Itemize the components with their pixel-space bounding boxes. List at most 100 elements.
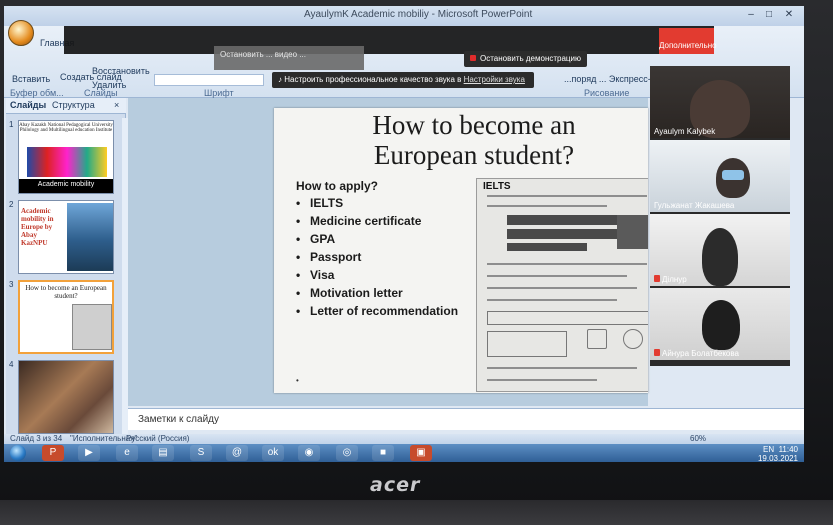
start-button-icon[interactable] <box>10 445 26 461</box>
doc-seal-icon <box>623 329 643 349</box>
zoom-level[interactable]: 60% <box>690 434 706 443</box>
thumb-flags-image <box>27 147 107 177</box>
participant-name-row: Айнура Болатбекова <box>654 349 739 358</box>
doc-line <box>487 275 627 277</box>
participant-name: Ayaulym Kalybek <box>654 127 716 136</box>
slide-counter: Слайд 3 из 34 <box>10 434 63 443</box>
thumb-number: 4 <box>9 360 14 369</box>
mask-icon <box>722 170 744 180</box>
slides-panel: Слайды Структура × 1 Abay Kazakh Nationa… <box>6 98 128 436</box>
browser-icon[interactable]: ◉ <box>298 445 320 461</box>
mail-agent-icon[interactable]: @ <box>226 445 248 461</box>
laptop-brand-logo: acer <box>370 474 421 496</box>
chrome-icon[interactable]: ◎ <box>336 445 358 461</box>
language-indicator[interactable]: EN <box>763 445 774 454</box>
participant-tile[interactable]: Айнура Болатбекова <box>650 288 790 360</box>
stop-demo-label: Остановить демонстрацию <box>480 54 581 63</box>
audio-settings-link[interactable]: Настройки звука <box>464 75 525 84</box>
ie-browser-icon[interactable]: e <box>116 445 138 461</box>
paste-button[interactable]: Вставить <box>12 74 50 84</box>
bullet-item: Visa <box>296 268 458 286</box>
notes-placeholder: Заметки к слайду <box>138 414 219 425</box>
notes-pane[interactable]: Заметки к слайду <box>128 408 804 430</box>
slide-thumbnail-selected[interactable]: How to become an European student? <box>18 280 114 354</box>
stop-demo-button[interactable]: Остановить демонстрацию <box>464 51 587 67</box>
doc-redaction <box>507 243 587 251</box>
meeting-toolbar <box>64 26 714 54</box>
thumb-number: 2 <box>9 200 14 209</box>
thumb-doc-image <box>72 304 112 350</box>
doc-scores-row <box>487 311 648 325</box>
clock-time[interactable]: 11:40 <box>779 445 798 454</box>
participant-tile[interactable]: Гульжанат Жакашева <box>650 140 790 212</box>
doc-line <box>487 287 637 289</box>
doc-redaction <box>507 215 617 225</box>
doc-line <box>487 205 607 207</box>
zoom-app-icon[interactable]: ■ <box>372 445 394 461</box>
explorer-folder-icon[interactable]: ▤ <box>152 445 174 461</box>
clock-date: 19.03.2021 <box>757 454 798 462</box>
minimize-icon[interactable]: – <box>742 8 760 22</box>
tab-structure[interactable]: Структура <box>52 100 95 110</box>
participant-video <box>702 228 738 286</box>
slide-thumbnail[interactable]: Academic mobility in Europe by Abay KazN… <box>18 200 114 274</box>
doc-stamp-icon <box>587 329 607 349</box>
bullet-item: Passport <box>296 250 458 268</box>
thumb-title: How to become an European student? <box>25 284 107 300</box>
restore-button[interactable]: Восстановить <box>92 66 150 76</box>
title-bar: AyaulymK Academic mobiliy - Microsoft Po… <box>4 6 804 26</box>
doc-photo <box>617 215 648 249</box>
mic-off-icon <box>654 349 660 356</box>
participant-name-row: Ділнур <box>654 275 687 284</box>
more-button[interactable]: Дополнительно <box>659 28 717 54</box>
odnoklassniki-icon[interactable]: ok <box>262 445 284 461</box>
status-bar: Слайд 3 из 34 "Исполнительная" Русский (… <box>4 434 804 444</box>
audio-notice: ♪ Настроить профессиональное качество зв… <box>272 72 534 88</box>
current-slide[interactable]: How to become an European student? How t… <box>274 108 648 393</box>
close-panel-icon[interactable]: × <box>114 100 119 110</box>
participant-name: Айнура Болатбекова <box>662 349 739 358</box>
pdf-taskbar-icon[interactable]: ▣ <box>410 445 432 461</box>
thumb-caption: Academic mobility <box>37 181 95 188</box>
participant-tile[interactable]: Ayaulym Kalybek <box>650 66 790 138</box>
slide-thumbnail[interactable]: Abay Kazakh National Pedagogical Univers… <box>18 120 114 194</box>
bullet-item: Letter of recommendation <box>296 304 458 322</box>
notice-text: Настроить профессиональное качество звук… <box>284 75 462 84</box>
clipboard-group-label: Буфер обм... <box>10 88 64 98</box>
panel-tabs: Слайды Структура × <box>6 98 126 114</box>
skype-icon[interactable]: S <box>190 445 212 461</box>
thumb-title: Abay Kazakh National Pedagogical Univers… <box>19 123 113 133</box>
powerpoint-taskbar-icon[interactable]: P <box>42 445 64 461</box>
tab-slides[interactable]: Слайды <box>10 100 46 110</box>
doc-line <box>487 299 617 301</box>
bullet-item: Medicine certificate <box>296 214 458 232</box>
stop-icon <box>470 55 476 61</box>
participant-tile[interactable]: Ділнур <box>650 214 790 286</box>
system-tray: EN 11:40 19.03.2021 <box>758 445 798 462</box>
screen: AyaulymK Academic mobiliy - Microsoft Po… <box>4 6 804 462</box>
media-player-icon[interactable]: ▶ <box>78 445 100 461</box>
slide-thumbnail[interactable] <box>18 360 114 434</box>
drawing-group-label: Рисование <box>584 88 630 98</box>
font-name-box[interactable] <box>154 74 264 86</box>
bullet-item: Motivation letter <box>296 286 458 304</box>
doc-box <box>487 331 567 357</box>
slides-group-label: Слайды <box>84 88 118 98</box>
office-button-icon[interactable] <box>8 20 34 46</box>
participants-panel: Ayaulym Kalybek Гульжанат Жакашева Ділну… <box>650 66 790 366</box>
doc-heading: IELTS <box>483 181 511 192</box>
language-status[interactable]: Русский (Россия) <box>126 434 189 443</box>
taskbar: P ▶ e ▤ S @ ok ◉ ◎ ■ ▣ EN 11:40 19.03.20… <box>4 444 804 462</box>
mic-off-icon <box>654 275 660 282</box>
close-icon[interactable]: ✕ <box>780 8 798 22</box>
doc-redaction <box>507 229 617 239</box>
slide-title: How to become an European student? <box>372 110 576 170</box>
ielts-report-image: IELTS <box>476 178 648 392</box>
maximize-icon[interactable]: □ <box>760 8 778 22</box>
doc-line <box>487 367 637 369</box>
doc-line <box>487 263 647 265</box>
bullet-item: GPA <box>296 232 458 250</box>
apply-heading: How to apply? <box>296 179 378 193</box>
doc-line <box>487 195 647 197</box>
bullet-item: IELTS <box>296 196 458 214</box>
